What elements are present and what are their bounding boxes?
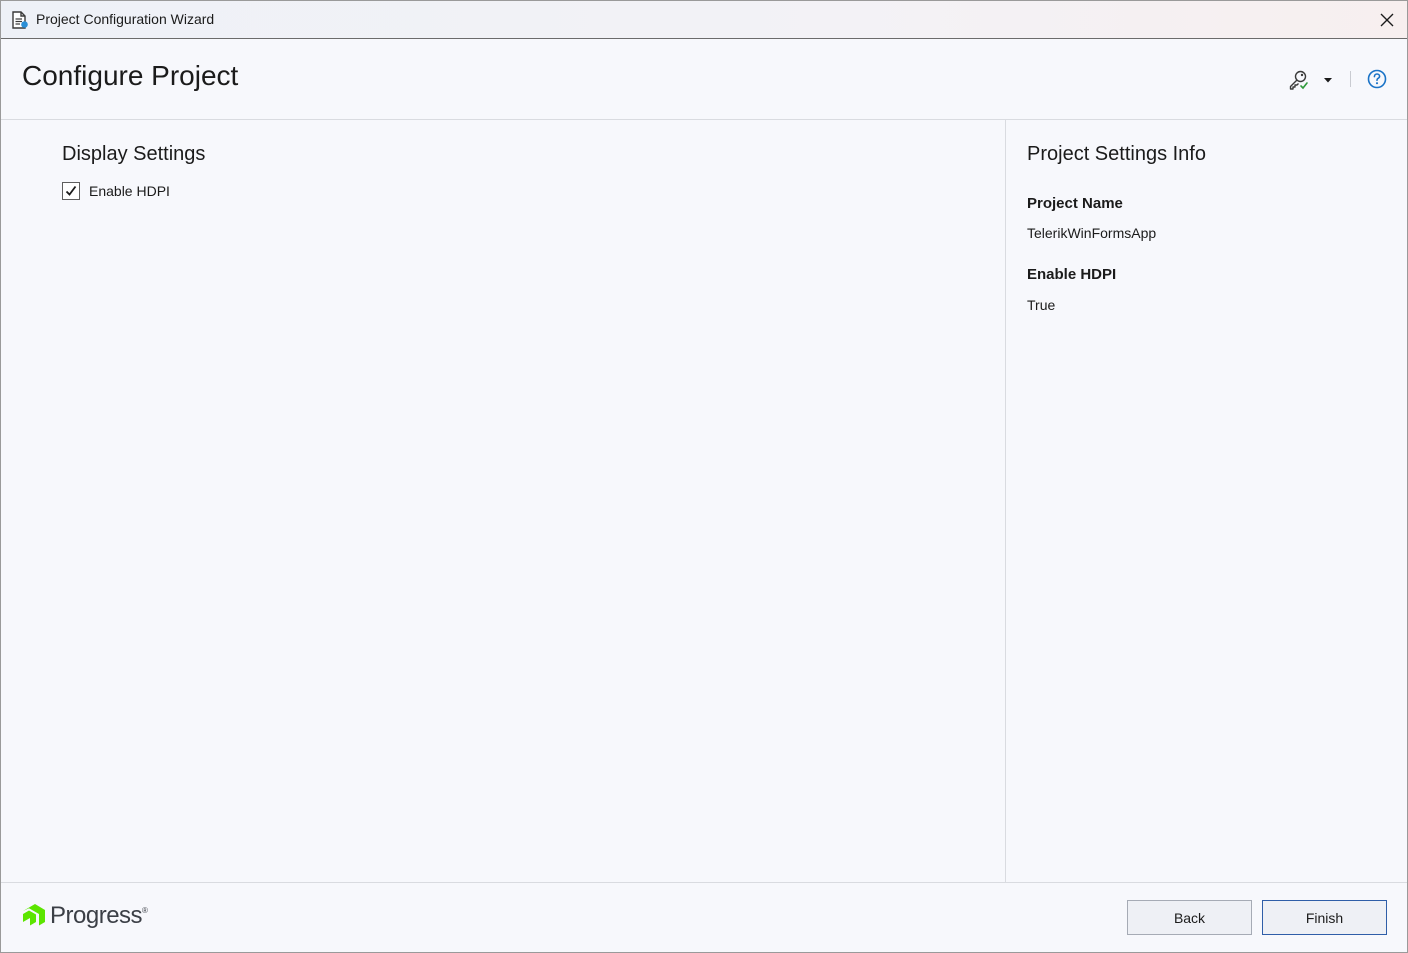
- back-button[interactable]: Back: [1127, 900, 1252, 935]
- help-button[interactable]: [1367, 69, 1387, 89]
- wizard-window: Project Configuration Wizard Configure P…: [0, 0, 1408, 953]
- wizard-document-icon: [11, 11, 29, 29]
- window-title: Project Configuration Wizard: [36, 11, 215, 27]
- enable-hdpi-label: Enable HDPI: [89, 183, 170, 199]
- page-header: Configure Project: [1, 39, 1407, 120]
- header-separator: [1350, 71, 1351, 87]
- close-icon: [1380, 13, 1394, 26]
- wizard-footer: Progress ® Back Finish: [1, 882, 1407, 952]
- settings-dropdown-button[interactable]: [1287, 67, 1333, 93]
- enable-hdpi-checkbox-row[interactable]: Enable HDPI: [62, 182, 170, 200]
- info-value-enable-hdpi: True: [1027, 297, 1056, 313]
- info-value-project-name: TelerikWinFormsApp: [1027, 225, 1157, 241]
- caret-down-icon: [1324, 78, 1332, 83]
- progress-logo: Progress ®: [22, 902, 148, 930]
- project-settings-info-title: Project Settings Info: [1027, 143, 1206, 165]
- finish-button[interactable]: Finish: [1262, 900, 1387, 935]
- page-title: Configure Project: [22, 60, 239, 91]
- display-settings-pane: Display Settings Enable HDPI: [1, 120, 1006, 882]
- enable-hdpi-checkbox[interactable]: [62, 182, 80, 200]
- help-circle-icon: [1367, 69, 1387, 89]
- info-label-project-name: Project Name: [1027, 195, 1123, 212]
- registered-mark: ®: [142, 905, 148, 915]
- project-settings-info-pane: Project Settings Info Project Name Teler…: [1006, 120, 1407, 882]
- checkmark-icon: [65, 185, 77, 196]
- progress-logo-icon: [23, 904, 45, 926]
- progress-logo-text: Progress: [50, 902, 143, 929]
- key-settings-icon: [1289, 70, 1308, 90]
- title-bar: Project Configuration Wizard: [1, 1, 1407, 39]
- info-label-enable-hdpi: Enable HDPI: [1027, 266, 1117, 283]
- display-settings-title: Display Settings: [62, 143, 206, 165]
- close-button[interactable]: [1367, 1, 1407, 38]
